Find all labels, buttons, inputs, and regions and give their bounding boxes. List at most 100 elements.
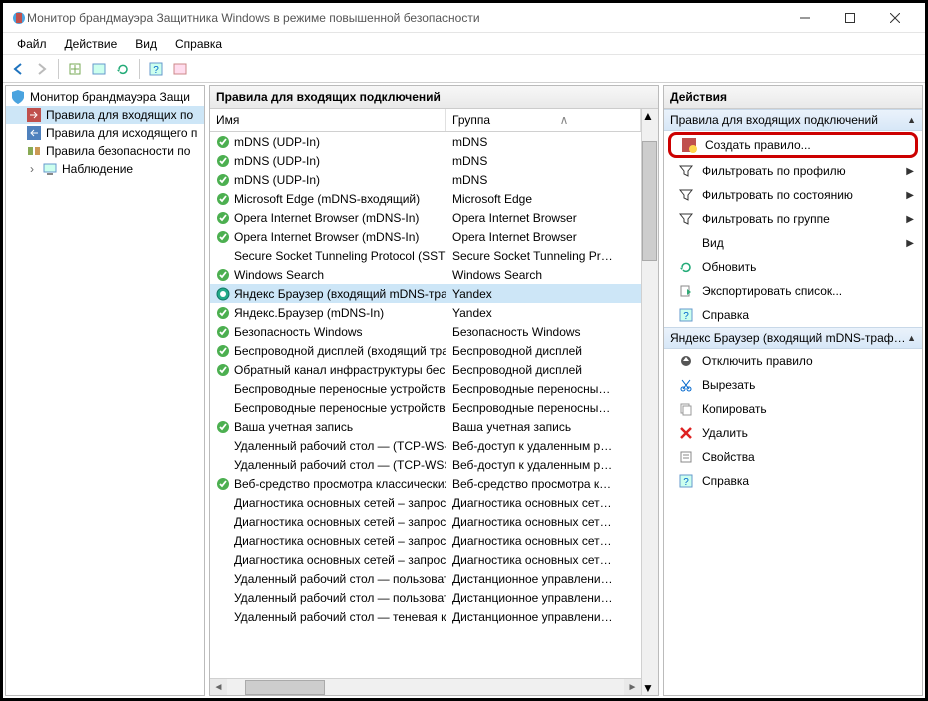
minimize-button[interactable]: [782, 4, 827, 32]
action-properties[interactable]: Свойства: [664, 445, 922, 469]
blank-icon: [678, 235, 694, 251]
rule-row[interactable]: Яндекс.Браузер (mDNS-In)Yandex: [210, 303, 641, 322]
rule-row[interactable]: Диагностика основных сетей – запрос …Диа…: [210, 512, 641, 531]
v-scrollbar[interactable]: ▲ ▼: [641, 109, 658, 695]
rule-row[interactable]: Windows SearchWindows Search: [210, 265, 641, 284]
rule-row[interactable]: mDNS (UDP-In)mDNS: [210, 170, 641, 189]
rule-row[interactable]: Opera Internet Browser (mDNS-In)Opera In…: [210, 227, 641, 246]
tree-item-label: Правила безопасности по: [46, 144, 190, 158]
rule-row[interactable]: Opera Internet Browser (mDNS-In)Opera In…: [210, 208, 641, 227]
rule-group: Беспроводные переносны…: [446, 382, 641, 396]
action-disable-rule[interactable]: Отключить правило: [664, 349, 922, 373]
rule-row[interactable]: Беспроводные переносные устройства…Беспр…: [210, 379, 641, 398]
rule-row[interactable]: Веб-средство просмотра классических…Веб-…: [210, 474, 641, 493]
svg-text:?: ?: [153, 65, 159, 76]
rule-row[interactable]: Диагностика основных сетей – запрос …Диа…: [210, 550, 641, 569]
rule-row[interactable]: Удаленный рабочий стол — теневая ко…Дист…: [210, 607, 641, 626]
rule-row[interactable]: Secure Socket Tunneling Protocol (SSTP-……: [210, 246, 641, 265]
rule-row[interactable]: mDNS (UDP-In)mDNS: [210, 132, 641, 151]
rule-row[interactable]: Удаленный рабочий стол — пользоват…Диста…: [210, 569, 641, 588]
action-label: Фильтровать по состоянию: [702, 188, 853, 202]
rule-row[interactable]: Диагностика основных сетей – запрос …Диа…: [210, 493, 641, 512]
rule-name: Secure Socket Tunneling Protocol (SSTP-…: [234, 249, 446, 263]
scroll-down-icon[interactable]: ▼: [642, 681, 658, 695]
nav-forward-button[interactable]: [31, 58, 53, 80]
tree-item-label: Правила для входящих по: [46, 108, 193, 122]
menu-view[interactable]: Вид: [127, 35, 165, 53]
refresh-button[interactable]: [112, 58, 134, 80]
scroll-left-icon[interactable]: ◄: [210, 679, 227, 696]
rule-name: Беспроводной дисплей (входящий тра…: [234, 344, 446, 358]
rule-row[interactable]: mDNS (UDP-In)mDNS: [210, 151, 641, 170]
scroll-right-icon[interactable]: ►: [624, 679, 641, 696]
refresh-icon: [678, 259, 694, 275]
action-label: Экспортировать список...: [702, 284, 842, 298]
menu-action[interactable]: Действие: [57, 35, 126, 53]
view-button[interactable]: [88, 58, 110, 80]
rule-name: Яндекс.Браузер (mDNS-In): [234, 306, 384, 320]
sort-indicator-icon: ∧: [560, 113, 569, 127]
actions-header: Действия: [664, 86, 922, 109]
rule-disabled-icon: [216, 534, 230, 548]
close-button[interactable]: [872, 4, 917, 32]
rule-name: mDNS (UDP-In): [234, 173, 320, 187]
rule-row[interactable]: Беспроводной дисплей (входящий тра…Беспр…: [210, 341, 641, 360]
help-icon: ?: [678, 307, 694, 323]
rule-group: Диагностика основных сет…: [446, 496, 641, 510]
rule-row[interactable]: Удаленный рабочий стол — пользоват…Диста…: [210, 588, 641, 607]
rule-row[interactable]: Удаленный рабочий стол — (TCP-WSS …Веб-д…: [210, 455, 641, 474]
action-create-rule[interactable]: Создать правило...: [668, 132, 918, 158]
rule-disabled-icon: [216, 382, 230, 396]
menu-file[interactable]: Файл: [9, 35, 55, 53]
h-scrollbar[interactable]: ◄ ►: [210, 678, 641, 695]
tree-root[interactable]: Монитор брандмауэра Защи: [6, 88, 204, 106]
rule-row[interactable]: Безопасность WindowsБезопасность Windows: [210, 322, 641, 341]
scroll-vthumb[interactable]: [642, 141, 657, 261]
nav-back-button[interactable]: [7, 58, 29, 80]
rule-row[interactable]: Яндекс Браузер (входящий mDNS-траф…Yande…: [210, 284, 641, 303]
rule-name: mDNS (UDP-In): [234, 154, 320, 168]
rule-group: Беспроводной дисплей: [446, 363, 641, 377]
action-help2[interactable]: ? Справка: [664, 469, 922, 493]
action-export[interactable]: Экспортировать список...: [664, 279, 922, 303]
rule-group: Opera Internet Browser: [446, 230, 641, 244]
nav-tree: Монитор брандмауэра Защи Правила для вхо…: [6, 86, 204, 180]
rule-group: Microsoft Edge: [446, 192, 641, 206]
rule-row[interactable]: Беспроводные переносные устройства…Беспр…: [210, 398, 641, 417]
tree-outbound-rules[interactable]: Правила для исходящего п: [6, 124, 204, 142]
rule-row[interactable]: Удаленный рабочий стол — (TCP-WS-In)Веб-…: [210, 436, 641, 455]
rule-enabled-icon: [216, 363, 230, 377]
rule-row[interactable]: Диагностика основных сетей – запрос …Диа…: [210, 531, 641, 550]
tree-monitoring[interactable]: › Наблюдение: [6, 160, 204, 178]
help-button[interactable]: ?: [145, 58, 167, 80]
actions-section2-header[interactable]: Яндекс Браузер (входящий mDNS-траф… ▲: [664, 327, 922, 349]
extra-button[interactable]: [169, 58, 191, 80]
actions-section1-header[interactable]: Правила для входящих подключений ▲: [664, 109, 922, 131]
rules-columns-header: Имя Группа∧: [210, 109, 641, 132]
column-name[interactable]: Имя: [210, 109, 446, 131]
expand-icon[interactable]: ›: [26, 162, 38, 176]
action-delete[interactable]: Удалить: [664, 421, 922, 445]
rule-row[interactable]: Обратный канал инфраструктуры бесп…Беспр…: [210, 360, 641, 379]
new-button[interactable]: [64, 58, 86, 80]
column-group[interactable]: Группа∧: [446, 109, 641, 131]
section1-title: Правила для входящих подключений: [670, 113, 878, 127]
action-help[interactable]: ? Справка: [664, 303, 922, 327]
rule-disabled-icon: [216, 553, 230, 567]
rule-row[interactable]: Microsoft Edge (mDNS-входящий)Microsoft …: [210, 189, 641, 208]
rule-disabled-icon: [216, 515, 230, 529]
tree-security-rules[interactable]: Правила безопасности по: [6, 142, 204, 160]
tree-inbound-rules[interactable]: Правила для входящих по: [6, 106, 204, 124]
maximize-button[interactable]: [827, 4, 872, 32]
action-copy[interactable]: Копировать: [664, 397, 922, 421]
action-refresh[interactable]: Обновить: [664, 255, 922, 279]
rule-row[interactable]: Ваша учетная записьВаша учетная запись: [210, 417, 641, 436]
scroll-up-icon[interactable]: ▲: [642, 109, 658, 123]
scroll-thumb[interactable]: [245, 680, 325, 695]
action-filter-group[interactable]: Фильтровать по группе ▶: [664, 207, 922, 231]
menu-help[interactable]: Справка: [167, 35, 230, 53]
action-filter-state[interactable]: Фильтровать по состоянию ▶: [664, 183, 922, 207]
action-filter-profile[interactable]: Фильтровать по профилю ▶: [664, 159, 922, 183]
action-view[interactable]: Вид ▶: [664, 231, 922, 255]
action-cut[interactable]: Вырезать: [664, 373, 922, 397]
